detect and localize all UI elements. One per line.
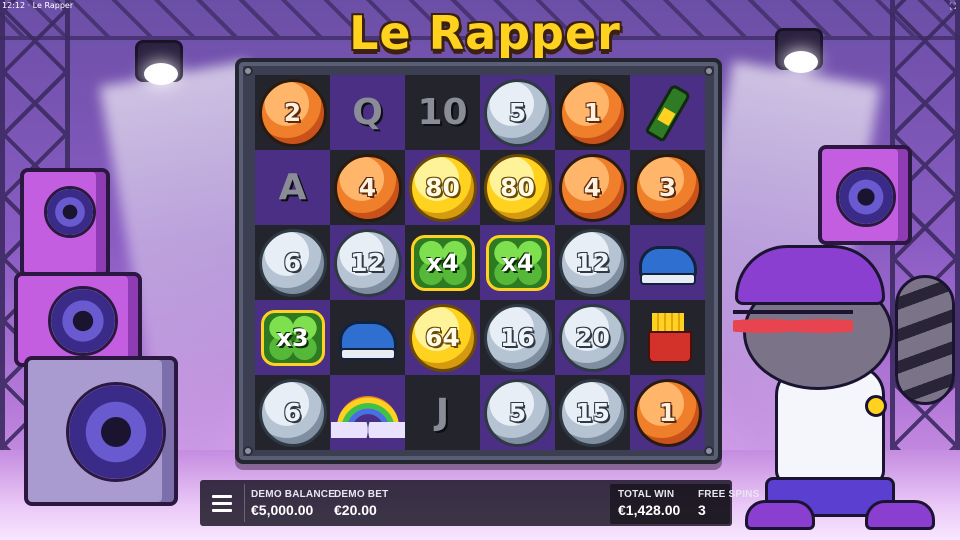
- reel-cell: 6: [255, 225, 330, 300]
- reel-cell: 12: [555, 225, 630, 300]
- silver-coin-symbol: 16: [483, 303, 552, 372]
- speaker-right: [818, 145, 912, 245]
- total-win-label: TOTAL WIN: [618, 489, 675, 500]
- speaker-middle-left: [14, 272, 142, 367]
- silver-coin-symbol: 20: [558, 303, 627, 372]
- reel-cell: 4: [330, 150, 405, 225]
- reel-cell: x4: [480, 225, 555, 300]
- reel-cell: A: [255, 150, 330, 225]
- reel-cell: 20: [555, 300, 630, 375]
- reel-cell: 4: [555, 150, 630, 225]
- window-title: 12:12 · Le Rapper: [2, 1, 74, 10]
- reel-cell: 16: [480, 300, 555, 375]
- gold-coin-symbol: 80: [483, 153, 552, 222]
- reel-cell: J: [405, 375, 480, 450]
- demo-bet-value[interactable]: €20.00: [334, 502, 388, 518]
- silver-coin-symbol: 5: [483, 78, 552, 147]
- reel-cell: [330, 300, 405, 375]
- reel-cell: 6: [255, 375, 330, 450]
- silver-coin-symbol: 5: [483, 378, 552, 447]
- reel-cell: 80: [405, 150, 480, 225]
- reel-grid: 2 Q 10 5 1 A 4 80 80 4 3 6 12 x4 x4 12 x3 64 16 20 6 J 5 15 1: [255, 75, 705, 450]
- reel-cell: 10: [405, 75, 480, 150]
- demo-bet[interactable]: DEMO BET €20.00: [334, 489, 388, 518]
- gold-coin-symbol: 80: [408, 153, 477, 222]
- silver-coin-symbol: 12: [558, 228, 627, 297]
- total-win-value: €1,428.00: [618, 502, 681, 518]
- clover-multiplier-icon: x3: [260, 309, 325, 366]
- bronze-coin-symbol: 1: [558, 78, 627, 147]
- fries-icon: [647, 312, 692, 363]
- reel-cell: 5: [480, 375, 555, 450]
- hamburger-icon: [212, 494, 232, 498]
- reel-cell: 1: [630, 375, 705, 450]
- reel-cell: 64: [405, 300, 480, 375]
- free-spins: FREE SPINS 3: [698, 489, 759, 518]
- spotlight-left-icon: [135, 40, 183, 85]
- speaker-bottom-left: [24, 356, 178, 506]
- reel-cell: 1: [555, 75, 630, 150]
- clover-multiplier-icon: x4: [410, 234, 475, 291]
- rainbow-icon: [330, 395, 405, 438]
- silver-coin-symbol: 15: [558, 378, 627, 447]
- silver-coin-symbol: 6: [258, 378, 327, 447]
- sunglasses-icon: [733, 310, 853, 338]
- clover-multiplier-icon: x4: [485, 234, 550, 291]
- reel-cell: 3: [630, 150, 705, 225]
- bronze-coin-symbol: 4: [333, 153, 402, 222]
- reel-cell: [630, 300, 705, 375]
- raccoon-rapper-character: [725, 245, 955, 540]
- bronze-coin-symbol: 2: [258, 78, 327, 147]
- reel-cell: 5: [480, 75, 555, 150]
- sneaker-icon: [338, 320, 397, 360]
- letter-symbol: A: [278, 167, 307, 208]
- silver-coin-symbol: 6: [258, 228, 327, 297]
- demo-balance-value: €5,000.00: [251, 502, 314, 518]
- hud-divider: [244, 484, 245, 522]
- microphone-icon: [865, 395, 887, 417]
- menu-button[interactable]: [206, 488, 238, 518]
- sneaker-icon: [638, 245, 697, 285]
- gold-coin-symbol: 64: [408, 303, 477, 372]
- letter-symbol: 10: [417, 92, 468, 133]
- free-spins-label: FREE SPINS: [698, 489, 760, 500]
- demo-balance: DEMO BALANCE €5,000.00: [251, 489, 335, 518]
- fullscreen-icon[interactable]: ⛶: [950, 1, 956, 12]
- silver-coin-symbol: 12: [333, 228, 402, 297]
- reel-cell: x3: [255, 300, 330, 375]
- reel-cell: 2: [255, 75, 330, 150]
- spotlight-right-icon: [775, 28, 823, 73]
- reel-cell: 15: [555, 375, 630, 450]
- reel-cell: [630, 75, 705, 150]
- game-logo: Le Rapper: [349, 6, 621, 60]
- letter-symbol: Q: [352, 92, 383, 133]
- cap-icon: [735, 245, 885, 305]
- reel-cell: [330, 375, 405, 450]
- speaker-top-left: [20, 168, 110, 278]
- reel-cell: x4: [405, 225, 480, 300]
- free-spins-value: 3: [698, 502, 706, 518]
- reel-cell: 80: [480, 150, 555, 225]
- champagne-bottle-icon: [643, 82, 692, 143]
- reel-cell: [630, 225, 705, 300]
- letter-symbol: J: [435, 392, 450, 433]
- reel-cell: Q: [330, 75, 405, 150]
- demo-bet-label: DEMO BET: [334, 489, 389, 500]
- reel-cell: 12: [330, 225, 405, 300]
- bronze-coin-symbol: 1: [633, 378, 702, 447]
- total-win: TOTAL WIN €1,428.00: [618, 489, 680, 518]
- bronze-coin-symbol: 4: [558, 153, 627, 222]
- bronze-coin-symbol: 3: [633, 153, 702, 222]
- demo-balance-label: DEMO BALANCE: [251, 489, 336, 500]
